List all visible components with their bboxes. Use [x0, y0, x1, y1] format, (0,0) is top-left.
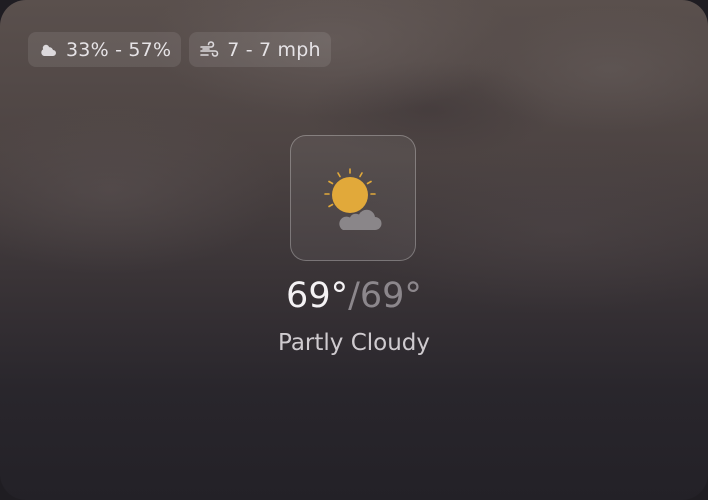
precipitation-chip: 33% - 57%: [28, 32, 182, 67]
low-temperature: 69°: [359, 276, 422, 316]
precipitation-range: 33% - 57%: [66, 38, 172, 61]
high-temperature: 69°: [286, 276, 349, 316]
weather-card: 33% - 57% 7 - 7 mph 69°/69° Partly Cloud…: [0, 0, 708, 500]
weather-chips: 33% - 57% 7 - 7 mph: [28, 32, 331, 67]
cloud-sun-icon: [38, 40, 58, 60]
temperature-separator: /: [348, 276, 360, 316]
temperature-range: 69°/69°: [0, 272, 708, 320]
wind-chip: 7 - 7 mph: [189, 32, 331, 67]
weather-icon-box: [290, 135, 416, 261]
weather-condition: Partly Cloudy: [277, 330, 431, 356]
wind-speed-range: 7 - 7 mph: [227, 38, 321, 61]
partly-cloudy-icon: [324, 168, 382, 230]
wind-icon: [199, 40, 219, 60]
